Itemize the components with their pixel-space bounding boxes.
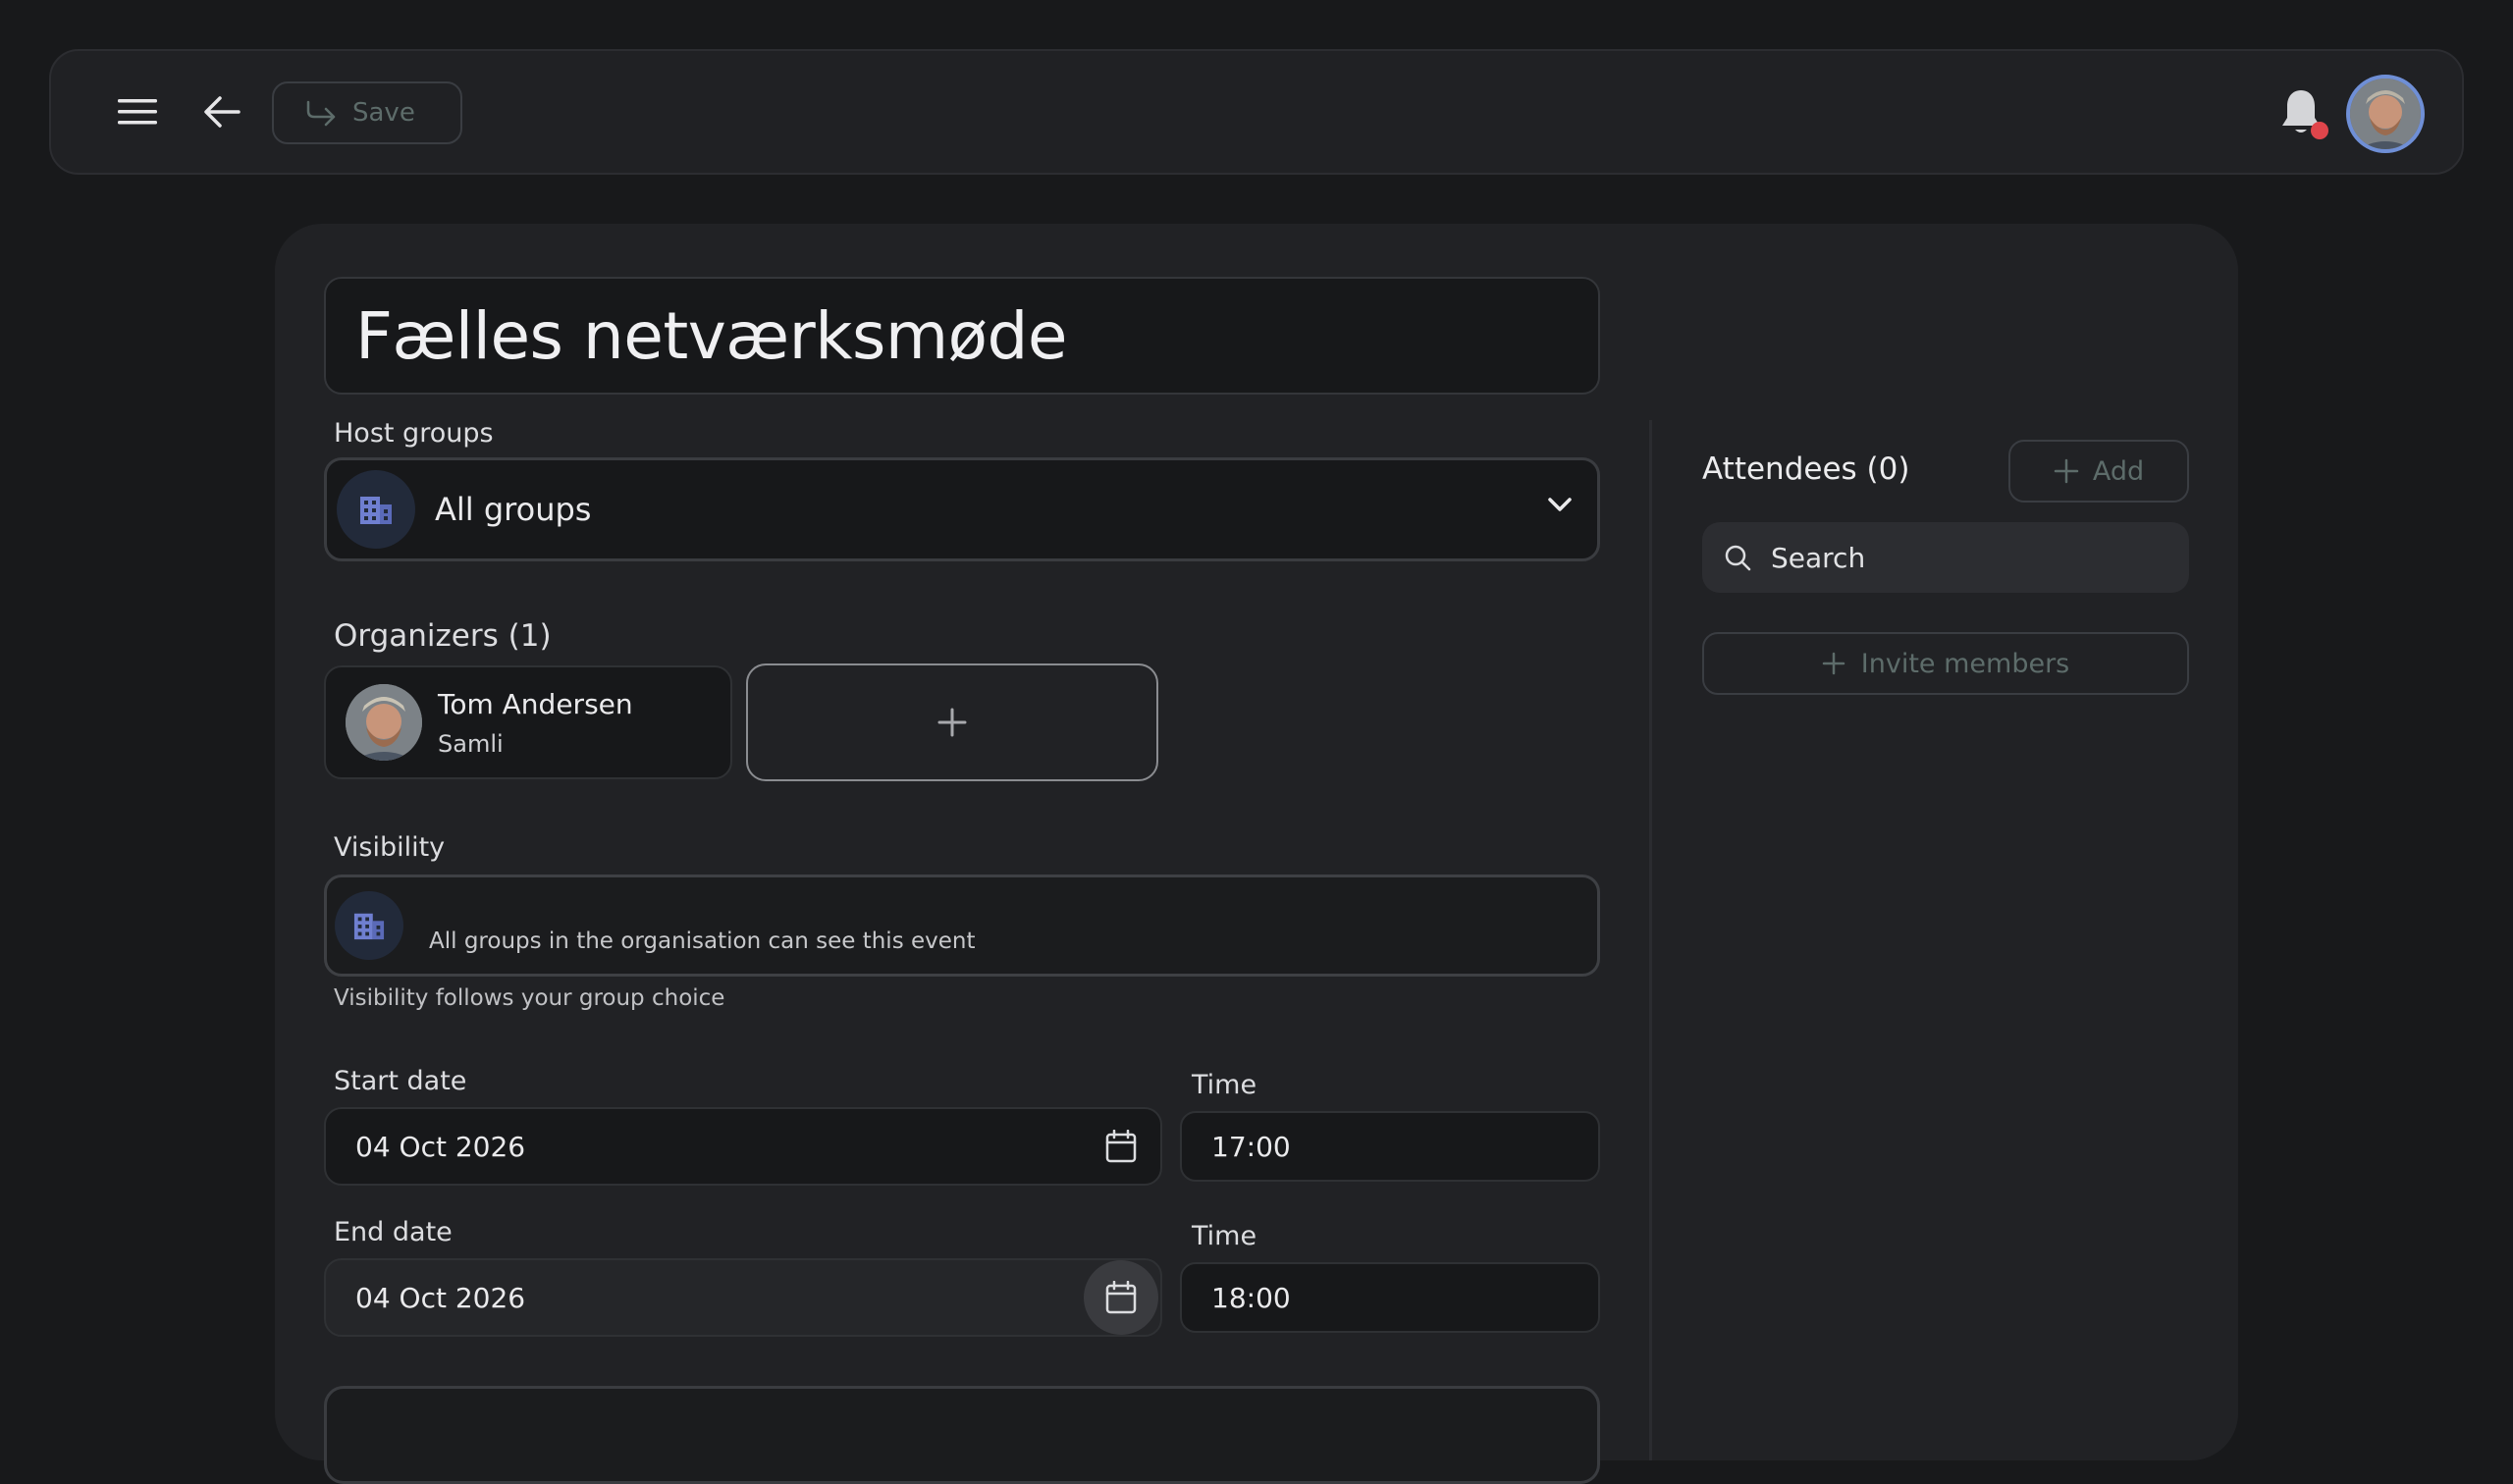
plus-icon <box>937 708 967 737</box>
chevron-down-icon <box>1548 498 1572 511</box>
top-bar: Save <box>49 49 2464 175</box>
host-groups-value: All groups <box>435 491 592 528</box>
notification-dot <box>2311 122 2328 139</box>
attendees-title: Attendees (0) <box>1702 451 1910 487</box>
user-photo-icon <box>2350 79 2421 149</box>
visibility-label: Visibility <box>334 832 446 863</box>
end-time-label: Time <box>1192 1221 1257 1251</box>
organizers-label: Organizers (1) <box>334 618 552 654</box>
organizer-name: Tom Andersen <box>438 687 633 720</box>
end-date-label: End date <box>334 1217 453 1247</box>
hamburger-menu-icon <box>118 99 157 125</box>
organizer-card[interactable]: Tom Andersen Samli <box>324 665 732 779</box>
visibility-icon-wrap <box>335 891 403 960</box>
plus-icon <box>2054 458 2079 484</box>
start-date-input[interactable]: 04 Oct 2026 <box>324 1107 1162 1186</box>
notifications-button[interactable] <box>2270 80 2332 143</box>
organizer-group: Samli <box>438 729 504 758</box>
calendar-icon <box>1105 1281 1137 1314</box>
start-date-value: 04 Oct 2026 <box>355 1130 526 1163</box>
invite-members-button[interactable]: Invite members <box>1702 632 2189 695</box>
add-organizer-button[interactable] <box>746 663 1158 781</box>
end-date-value: 04 Oct 2026 <box>355 1281 526 1314</box>
building-icon <box>353 913 385 940</box>
invite-members-label: Invite members <box>1860 648 2070 679</box>
attendee-search-input[interactable] <box>1771 541 2144 574</box>
end-date-input[interactable]: 04 Oct 2026 <box>324 1258 1162 1337</box>
plus-icon <box>1822 652 1845 675</box>
start-date-picker-button[interactable] <box>1084 1109 1158 1184</box>
end-time-input[interactable]: 18:00 <box>1180 1262 1600 1333</box>
save-button[interactable]: Save <box>272 81 462 144</box>
end-date-picker-button[interactable] <box>1084 1260 1158 1335</box>
arrow-left-icon <box>204 96 241 128</box>
host-groups-label: Host groups <box>334 418 494 449</box>
back-button[interactable] <box>190 80 253 143</box>
start-time-label: Time <box>1192 1070 1257 1100</box>
organizer-photo-icon <box>346 684 422 761</box>
attendee-search[interactable] <box>1702 522 2189 593</box>
host-groups-select[interactable]: All groups <box>324 457 1600 561</box>
user-avatar[interactable] <box>2346 75 2425 153</box>
column-divider <box>1649 420 1652 1460</box>
event-title-input[interactable]: Fælles netværksmøde <box>324 277 1600 395</box>
add-attendee-button[interactable]: Add <box>2008 440 2189 503</box>
organizer-avatar <box>346 684 422 761</box>
visibility-text: All groups in the organisation can see t… <box>429 928 976 954</box>
forward-arrow-icon <box>306 100 336 127</box>
add-attendee-label: Add <box>2092 455 2145 487</box>
start-date-label: Start date <box>334 1066 467 1096</box>
end-time-value: 18:00 <box>1211 1281 1291 1314</box>
description-field[interactable] <box>324 1386 1600 1484</box>
event-title-text: Fælles netværksmøde <box>355 297 1068 374</box>
building-icon <box>360 497 392 524</box>
start-time-value: 17:00 <box>1211 1130 1291 1163</box>
menu-button[interactable] <box>106 80 169 143</box>
save-button-label: Save <box>352 98 415 128</box>
calendar-icon <box>1105 1130 1137 1163</box>
visibility-field: All groups in the organisation can see t… <box>324 874 1600 977</box>
host-group-icon-wrap <box>337 470 415 549</box>
start-time-input[interactable]: 17:00 <box>1180 1111 1600 1182</box>
search-icon <box>1725 545 1751 571</box>
visibility-helper: Visibility follows your group choice <box>334 985 725 1011</box>
event-form-card: Fælles netværksmøde Host groups All grou… <box>275 224 2238 1484</box>
